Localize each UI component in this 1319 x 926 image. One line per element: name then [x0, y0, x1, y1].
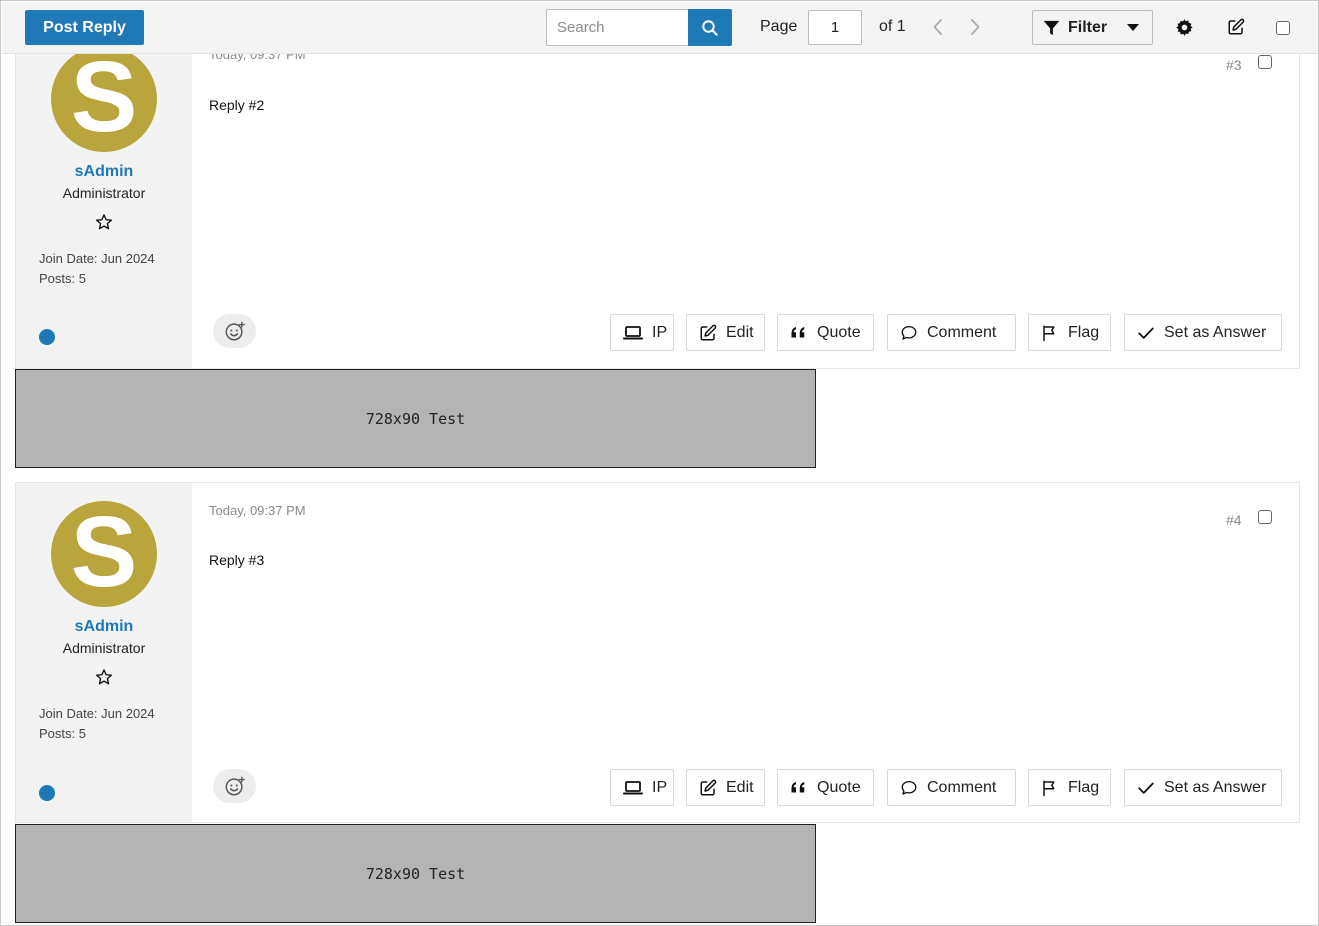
search-input[interactable] — [546, 9, 689, 46]
moderate-edit-button[interactable] — [1226, 17, 1246, 37]
posts-count: Posts: 5 — [39, 271, 86, 286]
prev-page-button[interactable] — [930, 17, 946, 37]
post-body: Reply #2 — [209, 97, 265, 113]
flag-icon — [1043, 325, 1055, 341]
page-label: Page — [760, 18, 798, 35]
edit-icon — [700, 324, 717, 340]
ip-label: IP — [652, 778, 668, 796]
post-number[interactable]: #4 — [1226, 512, 1242, 528]
search-button[interactable] — [688, 9, 732, 46]
quote-button[interactable]: Quote — [777, 769, 874, 806]
post-author-panel: S sAdmin Administrator Join Date: Jun 20… — [16, 29, 192, 368]
add-reaction-button[interactable] — [213, 769, 256, 803]
join-date: Join Date: Jun 2024 — [39, 706, 155, 721]
posts-count: Posts: 5 — [39, 726, 86, 741]
filter-dropdown[interactable]: Filter — [1032, 10, 1153, 45]
avatar-letter: S — [70, 41, 138, 153]
emoji-add-icon — [225, 776, 245, 796]
avatar-letter: S — [70, 496, 138, 608]
online-status-indicator — [39, 785, 55, 801]
flag-label: Flag — [1068, 323, 1100, 341]
post-select-checkbox[interactable] — [1258, 55, 1272, 69]
laptop-icon — [623, 325, 643, 339]
page-number-input[interactable] — [808, 10, 862, 45]
add-reaction-button[interactable] — [213, 314, 256, 348]
author-meta: Join Date: Jun 2024 Posts: 5 — [39, 704, 155, 744]
set-as-answer-label: Set as Answer — [1164, 323, 1267, 341]
edit-icon — [700, 779, 717, 795]
rank-star-icon — [95, 669, 113, 685]
edit-button[interactable]: Edit — [686, 769, 765, 806]
ip-button[interactable]: IP — [610, 769, 674, 806]
post-3: S sAdmin Administrator Join Date: Jun 20… — [15, 28, 1300, 369]
avatar[interactable]: S — [51, 501, 157, 607]
thread-toolbar: Post Reply Page of 1 Filter — [2, 2, 1318, 54]
search-icon — [702, 19, 718, 36]
flag-label: Flag — [1068, 778, 1100, 796]
edit-icon — [1228, 18, 1245, 35]
edit-button[interactable]: Edit — [686, 314, 765, 351]
quote-icon — [791, 326, 805, 337]
post-body: Reply #3 — [209, 552, 265, 568]
comment-icon — [901, 325, 917, 340]
chevron-left-icon — [933, 19, 942, 35]
set-as-answer-label: Set as Answer — [1164, 778, 1267, 796]
flag-button[interactable]: Flag — [1028, 769, 1111, 806]
quote-button[interactable]: Quote — [777, 314, 874, 351]
flag-icon — [1043, 780, 1055, 796]
edit-label: Edit — [726, 323, 754, 341]
flag-button[interactable]: Flag — [1028, 314, 1111, 351]
thread-view: S sAdmin Administrator Join Date: Jun 20… — [0, 0, 1319, 926]
ip-label: IP — [652, 323, 668, 341]
quote-label: Quote — [817, 778, 861, 796]
post-4: S sAdmin Administrator Join Date: Jun 20… — [15, 482, 1300, 823]
caret-down-icon — [1127, 23, 1140, 31]
filter-label: Filter — [1068, 18, 1108, 36]
comment-icon — [901, 780, 917, 795]
checkmark-icon — [1138, 782, 1154, 794]
emoji-add-icon — [225, 321, 245, 341]
gear-icon — [1175, 18, 1193, 36]
post-author-panel: S sAdmin Administrator Join Date: Jun 20… — [16, 483, 192, 822]
comment-button[interactable]: Comment — [887, 769, 1016, 806]
join-date: Join Date: Jun 2024 — [39, 251, 155, 266]
next-page-button[interactable] — [967, 17, 983, 37]
select-all-checkbox[interactable] — [1276, 21, 1290, 35]
ad-banner[interactable]: 728x90 Test — [15, 369, 816, 468]
comment-button[interactable]: Comment — [887, 314, 1016, 351]
set-as-answer-button[interactable]: Set as Answer — [1124, 769, 1282, 806]
avatar[interactable]: S — [51, 46, 157, 152]
author-username[interactable]: sAdmin — [16, 163, 192, 181]
post-date: Today, 09:37 PM — [209, 503, 306, 518]
author-meta: Join Date: Jun 2024 Posts: 5 — [39, 249, 155, 289]
author-role: Administrator — [62, 640, 146, 656]
quote-label: Quote — [817, 323, 861, 341]
author-username[interactable]: sAdmin — [16, 618, 192, 636]
post-select-checkbox[interactable] — [1258, 510, 1272, 524]
online-status-indicator — [39, 329, 55, 345]
comment-label: Comment — [927, 778, 997, 796]
laptop-icon — [623, 780, 643, 794]
funnel-icon — [1043, 20, 1060, 35]
comment-label: Comment — [927, 323, 997, 341]
checkmark-icon — [1138, 327, 1154, 339]
author-role: Administrator — [62, 185, 146, 201]
page-total-label: of 1 — [879, 18, 906, 35]
ip-button[interactable]: IP — [610, 314, 674, 351]
quote-icon — [791, 781, 805, 792]
chevron-right-icon — [971, 19, 980, 35]
edit-label: Edit — [726, 778, 754, 796]
post-number[interactable]: #3 — [1226, 57, 1242, 73]
settings-button[interactable] — [1174, 17, 1194, 37]
ad-banner[interactable]: 728x90 Test — [15, 824, 816, 923]
post-reply-button[interactable]: Post Reply — [25, 10, 144, 45]
set-as-answer-button[interactable]: Set as Answer — [1124, 314, 1282, 351]
rank-star-icon — [95, 214, 113, 230]
